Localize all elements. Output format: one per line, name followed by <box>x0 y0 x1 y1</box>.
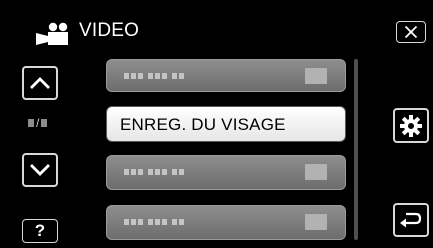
page-separator: / <box>36 116 40 130</box>
menu-item-disabled-1[interactable] <box>106 59 346 92</box>
disabled-value-placeholder <box>305 68 327 84</box>
scroll-up-button[interactable] <box>22 66 58 100</box>
chevron-down-icon <box>30 164 50 176</box>
page-current-block <box>28 119 34 127</box>
close-button[interactable] <box>396 21 426 43</box>
chevron-up-icon <box>30 77 50 89</box>
disabled-label-placeholder <box>124 219 184 225</box>
scrollbar[interactable] <box>354 59 358 240</box>
settings-button[interactable] <box>393 108 429 143</box>
return-icon <box>400 212 422 228</box>
disabled-value-placeholder <box>305 164 327 180</box>
disabled-label-placeholder <box>124 169 184 175</box>
page-title: VIDEO <box>79 20 140 41</box>
help-button-label: ? <box>34 221 46 240</box>
back-button[interactable] <box>393 203 429 237</box>
menu-item-face-recording[interactable]: ENREG. DU VISAGE <box>106 106 346 142</box>
disabled-label-placeholder <box>124 73 184 79</box>
video-camera-icon <box>36 21 76 49</box>
gear-icon <box>400 114 422 137</box>
menu-item-disabled-4[interactable] <box>106 205 346 240</box>
close-icon <box>404 25 418 39</box>
scroll-down-button[interactable] <box>22 153 58 187</box>
page-indicator: / <box>28 115 58 131</box>
disabled-value-placeholder <box>305 214 327 230</box>
help-button[interactable]: ? <box>22 219 58 243</box>
menu-item-disabled-3[interactable] <box>106 155 346 190</box>
menu-item-label: ENREG. DU VISAGE <box>120 115 286 134</box>
page-total-block <box>41 119 48 127</box>
